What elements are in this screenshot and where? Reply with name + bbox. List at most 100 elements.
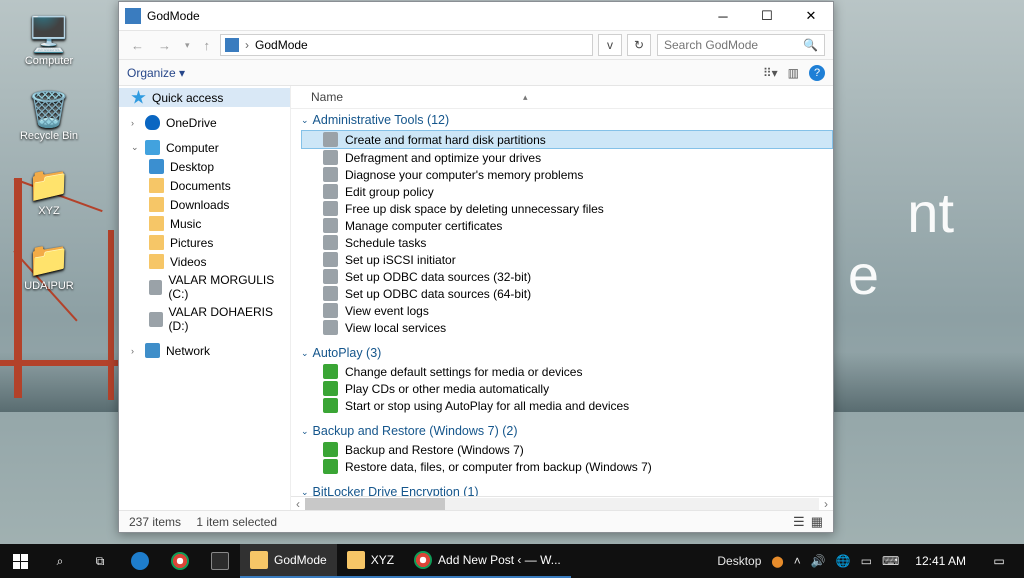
search-box[interactable]: 🔍 bbox=[657, 34, 825, 56]
list-item[interactable]: Backup and Restore (Windows 7) bbox=[301, 441, 833, 458]
organize-button[interactable]: Organize ▾ bbox=[127, 66, 185, 80]
battery-icon[interactable]: ▭ bbox=[861, 554, 872, 568]
list-item[interactable]: Set up ODBC data sources (64-bit) bbox=[301, 285, 833, 302]
tool-icon bbox=[323, 184, 338, 199]
preview-pane-button[interactable]: ▥ bbox=[788, 66, 799, 80]
sidebar-item-drive-d[interactable]: VALAR DOHAERIS (D:) bbox=[119, 303, 290, 335]
videos-icon bbox=[149, 254, 164, 269]
help-button[interactable]: ? bbox=[809, 65, 825, 81]
folder-icon bbox=[250, 551, 268, 569]
drive-icon bbox=[149, 280, 162, 295]
list-item[interactable]: Diagnose your computer's memory problems bbox=[301, 166, 833, 183]
list-item[interactable]: Restore data, files, or computer from ba… bbox=[301, 458, 833, 475]
maximize-button[interactable]: ☐ bbox=[745, 2, 789, 30]
desktop-icon-xyz[interactable]: 📁 XYZ bbox=[10, 165, 88, 217]
sidebar-item-videos[interactable]: Videos bbox=[119, 252, 290, 271]
chrome-icon bbox=[171, 552, 189, 570]
app-icon bbox=[125, 8, 141, 24]
sidebar-item-network[interactable]: ›Network bbox=[119, 341, 290, 360]
system-tray: Desktop ⬤ ˄ 🔊 🌐 ▭ ⌨ 12:41 AM ▭ bbox=[717, 544, 1024, 578]
taskbar-item-xyz[interactable]: XYZ bbox=[337, 544, 404, 578]
item-list[interactable]: ⌄Administrative Tools (12) Create and fo… bbox=[291, 109, 833, 496]
location-icon bbox=[225, 38, 239, 52]
search-input[interactable] bbox=[664, 38, 794, 52]
recent-drop[interactable]: ▾ bbox=[181, 40, 194, 51]
start-button[interactable] bbox=[0, 544, 40, 578]
list-item[interactable]: Set up ODBC data sources (32-bit) bbox=[301, 268, 833, 285]
minimize-button[interactable]: ─ bbox=[701, 2, 745, 30]
taskbar-item-godmode[interactable]: GodMode bbox=[240, 544, 337, 578]
music-icon bbox=[149, 216, 164, 231]
list-item[interactable]: Defragment and optimize your drives bbox=[301, 149, 833, 166]
status-selected: 1 item selected bbox=[196, 515, 277, 529]
sidebar-item-onedrive[interactable]: ›OneDrive bbox=[119, 113, 290, 132]
tool-icon bbox=[323, 218, 338, 233]
store-icon bbox=[211, 552, 229, 570]
titlebar[interactable]: GodMode ─ ☐ ✕ bbox=[119, 2, 833, 30]
command-bar: Organize ▾ ⠿▾ ▥ ? bbox=[119, 60, 833, 86]
tool-icon bbox=[323, 269, 338, 284]
autoplay-icon bbox=[323, 381, 338, 396]
status-bar: 237 items 1 item selected ☰ ▦ bbox=[119, 510, 833, 532]
keyboard-icon[interactable]: ⌨ bbox=[882, 554, 899, 568]
desktop-icon-computer[interactable]: 🖥️ Computer bbox=[10, 15, 88, 67]
volume-icon[interactable]: 🔊 bbox=[811, 554, 826, 568]
tool-icon bbox=[323, 132, 338, 147]
recycle-icon: 🗑️ bbox=[10, 90, 88, 130]
refresh-button[interactable]: ↻ bbox=[627, 34, 651, 56]
list-item[interactable]: Manage computer certificates bbox=[301, 217, 833, 234]
list-item[interactable]: View event logs bbox=[301, 302, 833, 319]
list-item[interactable]: Play CDs or other media automatically bbox=[301, 380, 833, 397]
back-button[interactable]: ← bbox=[127, 38, 148, 53]
view-options-button[interactable]: ⠿▾ bbox=[763, 66, 778, 80]
sidebar-item-drive-c[interactable]: VALAR MORGULIS (C:) bbox=[119, 271, 290, 303]
sidebar-item-music[interactable]: Music bbox=[119, 214, 290, 233]
address-drop[interactable]: v bbox=[598, 34, 622, 56]
sidebar-item-computer[interactable]: ⌄Computer bbox=[119, 138, 290, 157]
group-bitlocker[interactable]: ⌄BitLocker Drive Encryption (1) bbox=[301, 485, 833, 496]
list-item[interactable]: Free up disk space by deleting unnecessa… bbox=[301, 200, 833, 217]
clock[interactable]: 12:41 AM bbox=[909, 554, 972, 568]
list-item[interactable]: Edit group policy bbox=[301, 183, 833, 200]
list-item[interactable]: View local services bbox=[301, 319, 833, 336]
list-item[interactable]: Schedule tasks bbox=[301, 234, 833, 251]
backup-icon bbox=[323, 459, 338, 474]
list-item[interactable]: Start or stop using AutoPlay for all med… bbox=[301, 397, 833, 414]
action-center-button[interactable]: ▭ bbox=[982, 544, 1016, 578]
group-autoplay[interactable]: ⌄AutoPlay (3) bbox=[301, 346, 833, 360]
view-large-button[interactable]: ▦ bbox=[811, 514, 823, 530]
tray-overflow[interactable]: ˄ bbox=[794, 554, 801, 568]
column-header-name[interactable]: Name▴ bbox=[291, 86, 833, 109]
up-button[interactable]: ↑ bbox=[200, 38, 215, 53]
sidebar-item-quickaccess[interactable]: Quick access bbox=[119, 88, 290, 107]
list-item[interactable]: Set up iSCSI initiator bbox=[301, 251, 833, 268]
sidebar-item-desktop[interactable]: Desktop bbox=[119, 157, 290, 176]
search-button[interactable]: ⌕ bbox=[40, 544, 80, 578]
desktop-icon-udaipur[interactable]: 📁 UDAIPUR bbox=[10, 240, 88, 292]
group-admin[interactable]: ⌄Administrative Tools (12) bbox=[301, 113, 833, 127]
list-item[interactable]: Create and format hard disk partitions bbox=[301, 130, 833, 149]
status-items: 237 items bbox=[129, 515, 181, 529]
network-icon[interactable]: 🌐 bbox=[836, 554, 851, 568]
group-backup[interactable]: ⌄Backup and Restore (Windows 7) (2) bbox=[301, 424, 833, 438]
forward-button[interactable]: → bbox=[154, 38, 175, 53]
chrome-icon bbox=[414, 551, 432, 569]
navigation-pane: Quick access ›OneDrive ⌄Computer Desktop… bbox=[119, 86, 291, 510]
address-bar[interactable]: › GodMode bbox=[220, 34, 593, 56]
taskbar-edge[interactable] bbox=[120, 544, 160, 578]
taskbar-store[interactable] bbox=[200, 544, 240, 578]
taskview-button[interactable]: ⧉ bbox=[80, 544, 120, 578]
tray-desktop-label[interactable]: Desktop bbox=[717, 554, 761, 568]
view-details-button[interactable]: ☰ bbox=[793, 514, 805, 530]
desktop-icon-recyclebin[interactable]: 🗑️ Recycle Bin bbox=[10, 90, 88, 142]
taskbar-item-addpost[interactable]: Add New Post ‹ — W... bbox=[404, 544, 571, 578]
sidebar-item-downloads[interactable]: Downloads bbox=[119, 195, 290, 214]
sidebar-item-documents[interactable]: Documents bbox=[119, 176, 290, 195]
computer-icon: 🖥️ bbox=[10, 15, 88, 55]
list-item[interactable]: Change default settings for media or dev… bbox=[301, 363, 833, 380]
taskbar-chrome[interactable] bbox=[160, 544, 200, 578]
content-pane: Name▴ ⌄Administrative Tools (12) Create … bbox=[291, 86, 833, 510]
sidebar-item-pictures[interactable]: Pictures bbox=[119, 233, 290, 252]
horizontal-scrollbar[interactable]: ‹ › bbox=[291, 496, 833, 510]
close-button[interactable]: ✕ bbox=[789, 2, 833, 30]
